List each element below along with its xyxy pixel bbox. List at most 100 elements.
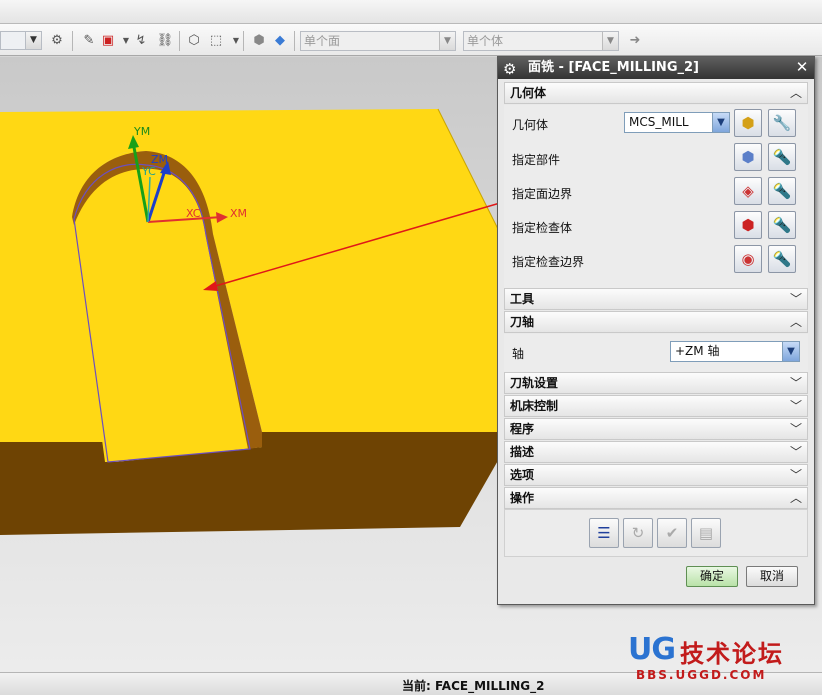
chevron-down-icon[interactable]: ﹀ xyxy=(787,419,805,439)
verify-toolpath-button[interactable]: ✔ xyxy=(657,518,687,548)
section-tool-axis[interactable]: 刀轴 ︿ xyxy=(504,311,808,333)
chevron-up-icon[interactable]: ︿ xyxy=(787,312,805,332)
xm-label: XM xyxy=(230,207,247,220)
face-milling-dialog: ⚙ 面铣 - [FACE_MILLING_2] ✕ 几何体 ︿ 几何体 MCS_… xyxy=(497,56,815,605)
face-boundary-icon: ◈ xyxy=(742,182,754,200)
geometry-body: 几何体 MCS_MILL ▼ ⬢ 🔧 指定部件 ⬢ 🔦 指定面边界 ◈ 🔦 指定… xyxy=(504,105,808,290)
ok-button[interactable]: 确定 xyxy=(686,566,738,587)
chevron-down-icon[interactable]: ▼ xyxy=(439,32,455,50)
cancel-button[interactable]: 取消 xyxy=(746,566,798,587)
select-face-boundary-button[interactable]: ◈ xyxy=(734,177,762,205)
section-machine-control[interactable]: 机床控制 ﹀ xyxy=(504,395,808,417)
section-label: 几何体 xyxy=(510,86,547,100)
chevron-down-icon[interactable]: ▼ xyxy=(602,32,618,50)
section-actions[interactable]: 操作 ︿ xyxy=(504,487,808,509)
chevron-down-icon[interactable]: ﹀ xyxy=(787,442,805,462)
current-operation: 当前: FACE_MILLING_2 xyxy=(402,679,545,693)
chevron-down-icon[interactable]: ▼ xyxy=(712,113,729,132)
show-part-button[interactable]: 🔦 xyxy=(768,143,796,171)
section-label: 操作 xyxy=(510,491,535,505)
solid-body-icon[interactable]: ⬢ xyxy=(250,32,268,49)
section-label: 工具 xyxy=(510,292,535,306)
chevron-down-icon[interactable]: ﹀ xyxy=(787,373,805,393)
cube-icon[interactable]: ◆ xyxy=(271,32,289,49)
gear-icon[interactable]: ⚙ xyxy=(503,58,516,80)
select-check-boundary-button[interactable]: ◉ xyxy=(734,245,762,273)
menu-strip xyxy=(0,0,822,24)
section-label: 机床控制 xyxy=(510,399,559,413)
geometry-label: 几何体 xyxy=(512,118,549,132)
list-icon: ▤ xyxy=(698,524,714,542)
chevron-down-icon[interactable]: ▼ xyxy=(25,32,41,49)
face-filter-value: 单个面 xyxy=(304,34,341,48)
snap-point-icon[interactable]: ✎ xyxy=(80,32,98,49)
axis-select[interactable]: +ZM 轴 ▼ xyxy=(670,341,800,362)
flashlight-icon: 🔦 xyxy=(772,148,792,166)
type-filter-dropdown[interactable]: ▼ xyxy=(0,31,42,50)
body-filter-value: 单个体 xyxy=(467,34,504,48)
section-description[interactable]: 描述 ﹀ xyxy=(504,441,808,463)
flashlight-icon: 🔦 xyxy=(772,250,792,268)
toolbar-separator xyxy=(179,31,180,51)
select-check-body-button[interactable]: ⬢ xyxy=(734,211,762,239)
ym-label: YM xyxy=(133,125,150,138)
dialog-titlebar: ⚙ 面铣 - [FACE_MILLING_2] ✕ xyxy=(498,57,814,79)
yc-label: YC xyxy=(141,165,156,178)
specify-part-label: 指定部件 xyxy=(512,153,561,167)
geometry-select[interactable]: MCS_MILL ▼ xyxy=(624,112,730,133)
specify-check-boundary-label: 指定检查边界 xyxy=(512,255,585,269)
flashlight-icon: 🔦 xyxy=(772,216,792,234)
toolbar-separator xyxy=(294,31,295,51)
section-label: 描述 xyxy=(510,445,535,459)
watermark-title: 技术论坛 xyxy=(680,640,784,668)
edit-geometry-button[interactable]: 🔧 xyxy=(768,109,796,137)
check-boundary-icon: ◉ xyxy=(741,250,755,268)
toolbar-separator xyxy=(243,31,244,51)
generate-toolpath-button[interactable]: ☰ xyxy=(589,518,619,548)
section-tool[interactable]: 工具 ﹀ xyxy=(504,288,808,310)
show-face-boundary-button[interactable]: 🔦 xyxy=(768,177,796,205)
replay-toolpath-button[interactable]: ↻ xyxy=(623,518,653,548)
section-label: 刀轴 xyxy=(510,315,535,329)
specify-check-body-label: 指定检查体 xyxy=(512,221,573,235)
generate-icon: ☰ xyxy=(597,524,611,542)
section-program[interactable]: 程序 ﹀ xyxy=(504,418,808,440)
chevron-down-icon[interactable]: ﹀ xyxy=(787,396,805,416)
wrench-icon: 🔧 xyxy=(772,114,792,132)
section-path-settings[interactable]: 刀轨设置 ﹀ xyxy=(504,372,808,394)
chevron-up-icon[interactable]: ︿ xyxy=(787,488,805,508)
show-check-boundary-button[interactable]: 🔦 xyxy=(768,245,796,273)
hexagon-icon[interactable]: ⬡ xyxy=(185,32,203,49)
close-icon[interactable]: ✕ xyxy=(793,59,811,77)
face-filter-select[interactable]: 单个面 ▼ xyxy=(300,31,456,51)
axis-value: +ZM 轴 xyxy=(675,344,720,358)
forum-watermark: UG 技术论坛 BBS.UGGD.COM xyxy=(628,632,782,682)
select-box-icon[interactable]: ▣ xyxy=(99,32,117,49)
curve-rule-icon[interactable]: ↯ xyxy=(132,32,150,49)
section-options[interactable]: 选项 ﹀ xyxy=(504,464,808,486)
new-geometry-button[interactable]: ⬢ xyxy=(734,109,762,137)
watermark-logo: UG xyxy=(628,632,676,667)
select-part-button[interactable]: ⬢ xyxy=(734,143,762,171)
chevron-down-icon[interactable]: ﹀ xyxy=(787,289,805,309)
xc-label: XC xyxy=(186,207,201,220)
rectangle-select-icon[interactable]: ⬚ xyxy=(207,32,225,49)
arrow-right-icon[interactable]: ➜ xyxy=(626,32,644,49)
dialog-title: 面铣 - [FACE_MILLING_2] xyxy=(528,60,699,75)
selection-toolbar: ▼ ⚙ ✎ ▣ ▼ ↯ ⛓ ⬡ ⬚ ▼ ⬢ ◆ 单个面 ▼ 单个体 ▼ ➜ xyxy=(0,24,822,56)
axis-label: 轴 xyxy=(512,347,525,361)
chevron-down-icon[interactable]: ﹀ xyxy=(787,465,805,485)
section-label: 选项 xyxy=(510,468,535,482)
chain-icon[interactable]: ⛓ xyxy=(156,32,174,49)
actions-body: ☰ ↻ ✔ ▤ xyxy=(504,509,808,557)
body-filter-select[interactable]: 单个体 ▼ xyxy=(463,31,619,51)
chevron-down-icon[interactable]: ▼ xyxy=(782,342,799,361)
show-check-body-button[interactable]: 🔦 xyxy=(768,211,796,239)
section-label: 刀轨设置 xyxy=(510,376,559,390)
filter-icon[interactable]: ⚙ xyxy=(48,32,66,49)
chevron-up-icon[interactable]: ︿ xyxy=(787,83,805,103)
watermark-url: BBS.UGGD.COM xyxy=(636,668,767,682)
list-toolpath-button[interactable]: ▤ xyxy=(691,518,721,548)
section-geometry[interactable]: 几何体 ︿ xyxy=(504,82,808,104)
geometry-value: MCS_MILL xyxy=(629,115,689,129)
